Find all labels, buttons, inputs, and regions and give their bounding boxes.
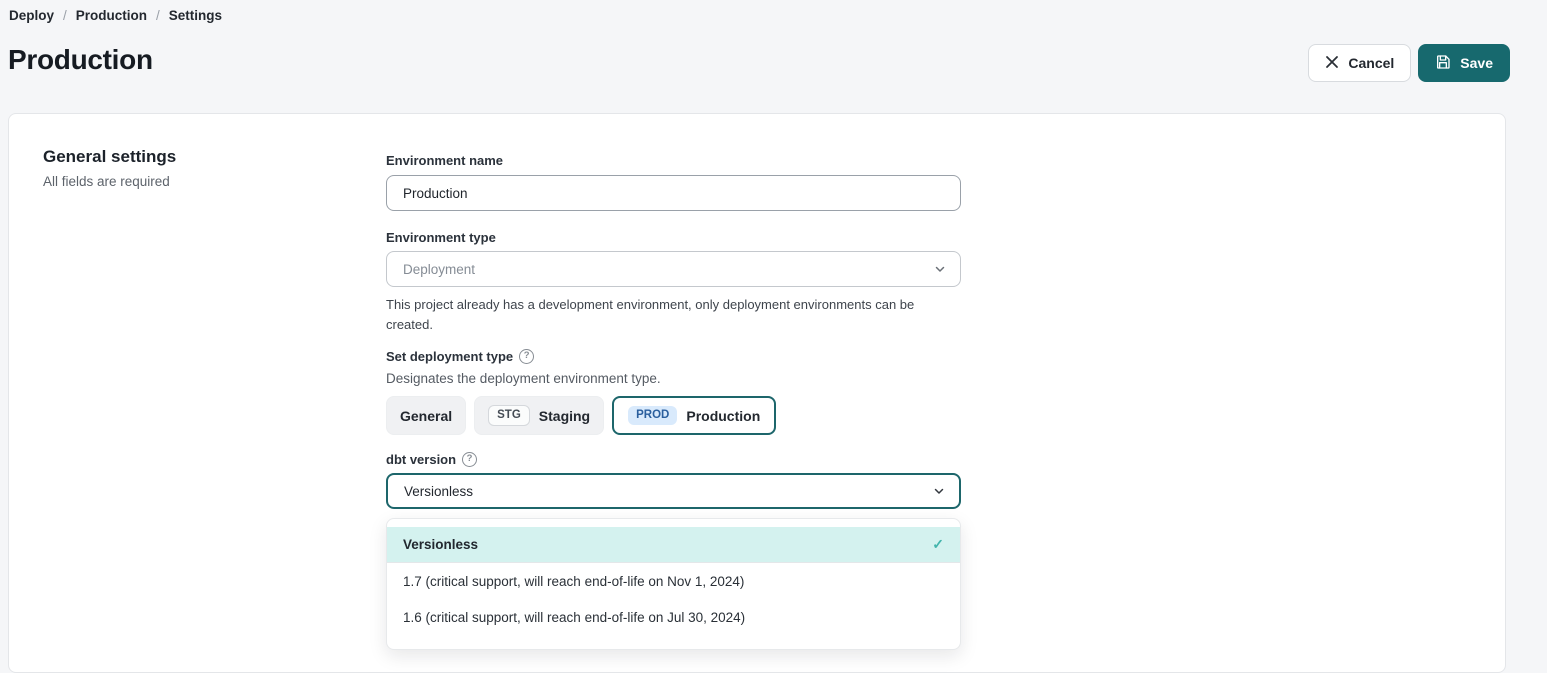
environment-type-select[interactable]: Deployment — [386, 251, 961, 287]
option-label: 1.6 (critical support, will reach end-of… — [403, 610, 745, 625]
dbt-version-dropdown: Versionless 1.7 (critical support, will … — [386, 518, 961, 650]
dropdown-option-versionless[interactable]: Versionless — [387, 527, 960, 563]
deployment-type-options: General STG Staging PROD Production — [386, 396, 961, 435]
environment-type-help-text: This project already has a development e… — [386, 295, 961, 335]
option-label: Versionless — [403, 537, 478, 552]
save-button-label: Save — [1460, 55, 1493, 71]
breadcrumb-separator: / — [63, 8, 67, 23]
environment-type-label: Environment type — [386, 230, 961, 244]
chevron-down-icon — [933, 485, 945, 497]
deployment-type-general-label: General — [400, 408, 452, 424]
dbt-version-label-text: dbt version — [386, 452, 456, 467]
save-button[interactable]: Save — [1418, 44, 1510, 82]
dbt-version-value: Versionless — [404, 484, 473, 499]
chevron-down-icon — [934, 263, 946, 275]
deployment-type-label-text: Set deployment type — [386, 349, 513, 364]
deployment-type-staging-label: Staging — [539, 408, 590, 424]
deployment-type-general-button[interactable]: General — [386, 396, 466, 435]
cancel-button[interactable]: Cancel — [1308, 44, 1411, 82]
page-title: Production — [8, 44, 153, 76]
general-settings-card: General settings All fields are required… — [8, 113, 1506, 673]
deployment-type-label: Set deployment type — [386, 349, 961, 363]
option-label: 1.7 (critical support, will reach end-of… — [403, 574, 744, 589]
breadcrumb-separator: / — [156, 8, 160, 23]
help-question-icon[interactable] — [462, 452, 477, 467]
deployment-type-description: Designates the deployment environment ty… — [386, 371, 961, 386]
dropdown-option-1-6[interactable]: 1.6 (critical support, will reach end-of… — [387, 599, 960, 635]
environment-name-label: Environment name — [386, 153, 961, 167]
breadcrumb-production[interactable]: Production — [76, 8, 147, 23]
section-heading: General settings All fields are required — [43, 147, 176, 189]
staging-badge: STG — [488, 405, 530, 426]
dropdown-option-1-7[interactable]: 1.7 (critical support, will reach end-of… — [387, 563, 960, 599]
environment-form: Environment name Environment type Deploy… — [386, 153, 961, 650]
help-question-icon[interactable] — [519, 349, 534, 364]
close-icon — [1325, 55, 1339, 72]
check-icon — [932, 536, 944, 553]
environment-type-value: Deployment — [403, 262, 475, 277]
deployment-type-staging-button[interactable]: STG Staging — [474, 396, 604, 435]
environment-name-input[interactable] — [386, 175, 961, 211]
breadcrumb-deploy[interactable]: Deploy — [9, 8, 54, 23]
header-actions: Cancel Save — [1308, 44, 1510, 82]
deployment-type-production-button[interactable]: PROD Production — [612, 396, 776, 435]
dbt-version-label: dbt version — [386, 452, 961, 466]
breadcrumb-settings[interactable]: Settings — [169, 8, 222, 23]
dbt-version-select[interactable]: Versionless — [386, 473, 961, 509]
deployment-type-production-label: Production — [686, 408, 760, 424]
section-title: General settings — [43, 147, 176, 167]
prod-badge: PROD — [628, 406, 677, 425]
cancel-button-label: Cancel — [1348, 55, 1394, 71]
breadcrumb: Deploy / Production / Settings — [9, 8, 222, 23]
save-floppy-icon — [1435, 54, 1451, 73]
section-subtitle: All fields are required — [43, 174, 176, 189]
